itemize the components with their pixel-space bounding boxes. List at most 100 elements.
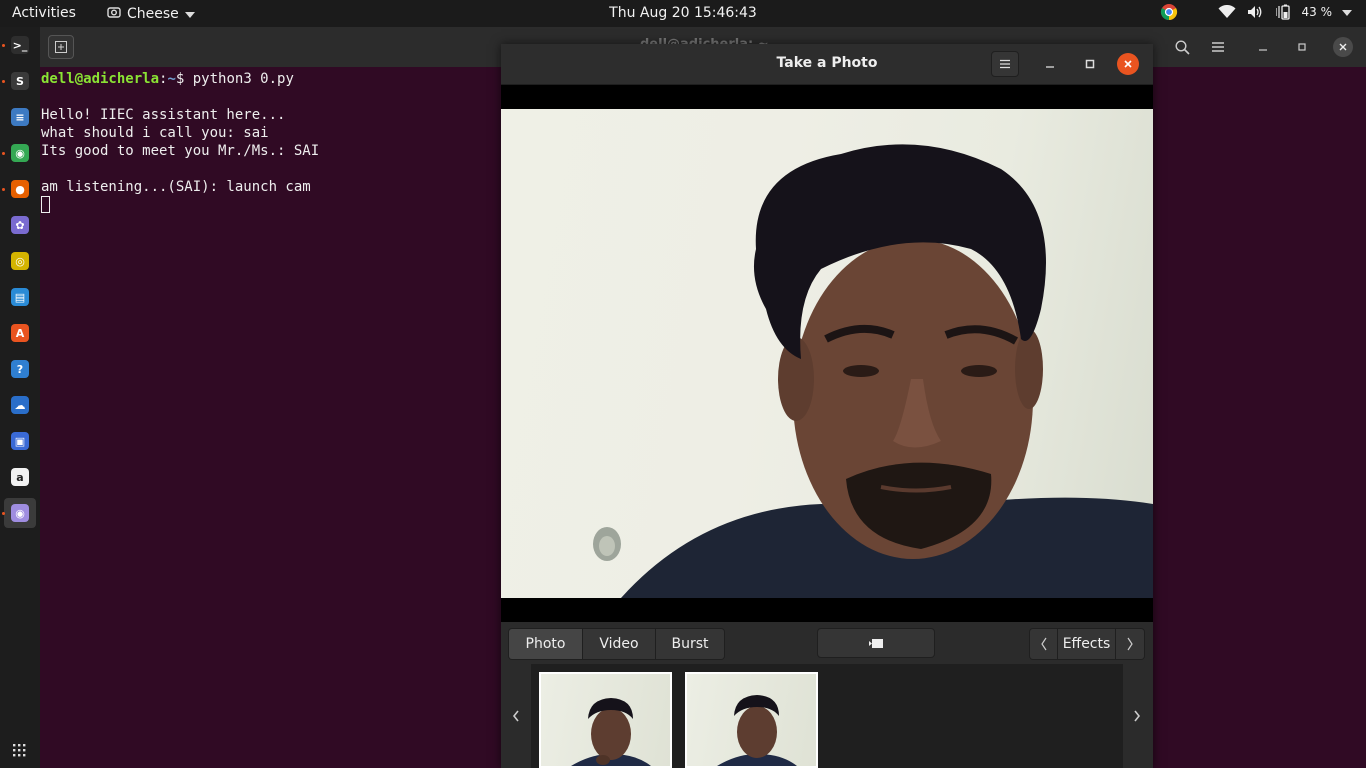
- minimize-icon: [1046, 66, 1054, 68]
- terminal-minimize-button[interactable]: [1250, 34, 1276, 60]
- cheese-icon: ◉: [11, 504, 29, 522]
- terminal-icon: >_: [11, 36, 29, 54]
- dock-item-sublime-text[interactable]: S: [4, 66, 36, 96]
- effects-button[interactable]: Effects: [1058, 629, 1116, 659]
- close-icon: [1124, 60, 1132, 68]
- terminal-line: am listening...(SAI): launch cam: [41, 179, 311, 195]
- terminal-menu-button[interactable]: [1205, 34, 1231, 60]
- hamburger-icon: [1212, 42, 1224, 52]
- minimize-button[interactable]: [1036, 51, 1064, 77]
- new-tab-icon: [55, 41, 67, 53]
- chevron-right-icon: [1134, 710, 1141, 722]
- take-photo-button[interactable]: [817, 628, 935, 658]
- cheese-header: Take a Photo: [501, 44, 1153, 85]
- effects-switcher: Effects: [1029, 628, 1145, 660]
- terminal-line: Hello! IIEC assistant here...: [41, 107, 286, 123]
- dock-item-help[interactable]: ?: [4, 354, 36, 384]
- close-icon: [1333, 37, 1353, 57]
- chrome-icon: ◉: [11, 144, 29, 162]
- writer-icon: ▤: [11, 288, 29, 306]
- sublime-icon: S: [11, 72, 29, 90]
- running-indicator: [2, 80, 5, 83]
- dock-item-software[interactable]: A: [4, 318, 36, 348]
- battery-percent: 43 %: [1301, 5, 1333, 19]
- dock-item-chrome[interactable]: ◉: [4, 138, 36, 168]
- terminal-restore-button[interactable]: [1289, 34, 1315, 60]
- dock-item-rhythmbox[interactable]: ◎: [4, 246, 36, 276]
- running-indicator: [2, 512, 5, 515]
- photo-thumbnail[interactable]: [685, 672, 818, 768]
- terminal-cursor-line: [41, 196, 50, 214]
- dock-item-amazon[interactable]: a: [4, 462, 36, 492]
- camera-icon: [869, 639, 883, 648]
- amazon-icon: a: [11, 468, 29, 486]
- cheese-window: Take a Photo Photo Video Burst Effects: [501, 44, 1153, 768]
- thumbnail-image: [571, 698, 651, 766]
- maximize-button[interactable]: [1076, 51, 1104, 77]
- clock[interactable]: Thu Aug 20 15:46:43: [609, 5, 757, 21]
- top-bar: Activities Cheese Thu Aug 20 15:46:43 43…: [0, 0, 1366, 27]
- terminal-line: Its good to meet you Mr./Ms.: SAI: [41, 143, 320, 159]
- dock-item-teams[interactable]: ☁: [4, 390, 36, 420]
- dock-item-firefox[interactable]: ●: [4, 174, 36, 204]
- mode-burst-button[interactable]: Burst: [656, 629, 724, 659]
- mode-video-button[interactable]: Video: [583, 629, 656, 659]
- thumbnail-image: [717, 695, 797, 766]
- shotwell-icon: ✿: [11, 216, 29, 234]
- cheese-toolbar: Photo Video Burst Effects: [501, 622, 1153, 664]
- thumbnails-next-button[interactable]: [1129, 704, 1145, 728]
- rhythmbox-icon: ◎: [11, 252, 29, 270]
- chevron-down-icon[interactable]: [1342, 5, 1352, 19]
- software-icon: A: [11, 324, 29, 342]
- dock-item-screenshot[interactable]: ▣: [4, 426, 36, 456]
- cheese-app-icon: [107, 5, 121, 23]
- volume-icon[interactable]: [1246, 3, 1264, 21]
- app-menu[interactable]: Cheese: [107, 5, 195, 23]
- dock-item-writer[interactable]: ▤: [4, 282, 36, 312]
- teams-icon: ☁: [11, 396, 29, 414]
- chevron-left-icon: [512, 710, 519, 722]
- wifi-icon[interactable]: [1218, 3, 1236, 21]
- terminal-close-button[interactable]: [1330, 34, 1356, 60]
- effects-prev-button[interactable]: [1030, 629, 1058, 659]
- terminal-line: what should i call you: sai: [41, 125, 269, 141]
- show-apps-icon[interactable]: [12, 742, 28, 758]
- person-silhouette: [593, 144, 1153, 598]
- firefox-icon: ●: [11, 180, 29, 198]
- chevron-left-icon: [1040, 637, 1046, 651]
- dock: >_ S ≡ ◉ ● ✿ ◎ ▤ A? ☁ ▣ a ◉: [0, 27, 40, 768]
- window-title: Take a Photo: [776, 55, 878, 71]
- cheese-menu-button[interactable]: [991, 51, 1019, 77]
- running-indicator: [2, 44, 5, 47]
- dock-item-terminal[interactable]: >_: [4, 30, 36, 60]
- thumbnails-prev-button[interactable]: [508, 704, 524, 728]
- terminal-prompt-line: dell@adicherla:~$ python3 0.py: [41, 71, 294, 87]
- running-indicator: [2, 152, 5, 155]
- camera-viewfinder: [501, 85, 1153, 622]
- new-tab-button[interactable]: [48, 35, 74, 59]
- minimize-icon: [1259, 49, 1267, 51]
- chevron-right-icon: [1127, 637, 1133, 651]
- mode-photo-button[interactable]: Photo: [509, 629, 583, 659]
- photo-thumbnail[interactable]: [539, 672, 672, 768]
- help-icon: ?: [11, 360, 29, 378]
- maximize-icon: [1085, 59, 1095, 69]
- restore-icon: [1298, 43, 1306, 51]
- dock-item-cheese[interactable]: ◉: [4, 498, 36, 528]
- camera-preview: [501, 109, 1153, 598]
- search-button[interactable]: [1169, 34, 1195, 60]
- activities-button[interactable]: Activities: [12, 5, 76, 21]
- chrome-tray-icon[interactable]: [1160, 3, 1178, 21]
- app-menu-label: Cheese: [127, 6, 179, 22]
- effects-next-button[interactable]: [1116, 629, 1144, 659]
- dock-item-files[interactable]: ≡: [4, 102, 36, 132]
- system-tray[interactable]: 43 %: [1160, 3, 1352, 21]
- dock-item-shotwell[interactable]: ✿: [4, 210, 36, 240]
- battery-icon[interactable]: [1274, 3, 1292, 21]
- screenshot-icon: ▣: [11, 432, 29, 450]
- files-icon: ≡: [11, 108, 29, 126]
- running-indicator: [2, 188, 5, 191]
- text-cursor: [41, 196, 50, 213]
- close-button[interactable]: [1117, 53, 1139, 75]
- chevron-down-icon: [184, 6, 195, 22]
